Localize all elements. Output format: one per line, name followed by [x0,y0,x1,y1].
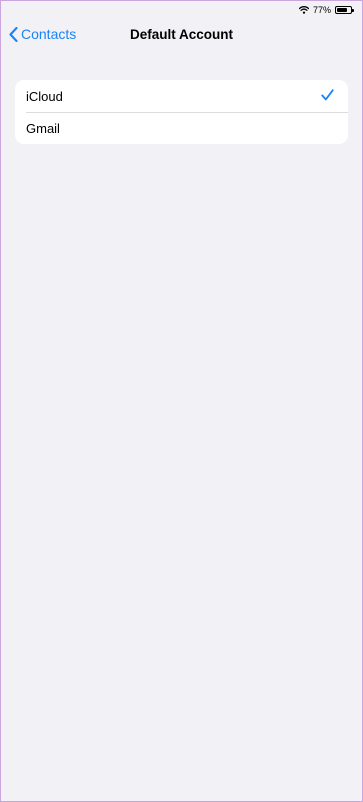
page-title: Default Account [129,27,233,42]
battery-icon [335,6,354,14]
account-label: Gmail [26,120,60,136]
checkmark-icon [321,89,334,101]
wifi-icon [298,6,309,14]
battery-fill [337,8,347,12]
status-bar: 77% [298,3,354,17]
battery-percentage: 77% [312,5,331,15]
navigation-bar: Contacts Default Account [1,23,362,47]
account-label: iCloud [26,88,63,104]
account-row-gmail[interactable]: Gmail [15,112,348,144]
settings-screen: 77% Contacts Default Account iCloud Gmai… [0,0,363,802]
account-list: iCloud Gmail [15,80,348,144]
account-row-icloud[interactable]: iCloud [15,80,348,112]
